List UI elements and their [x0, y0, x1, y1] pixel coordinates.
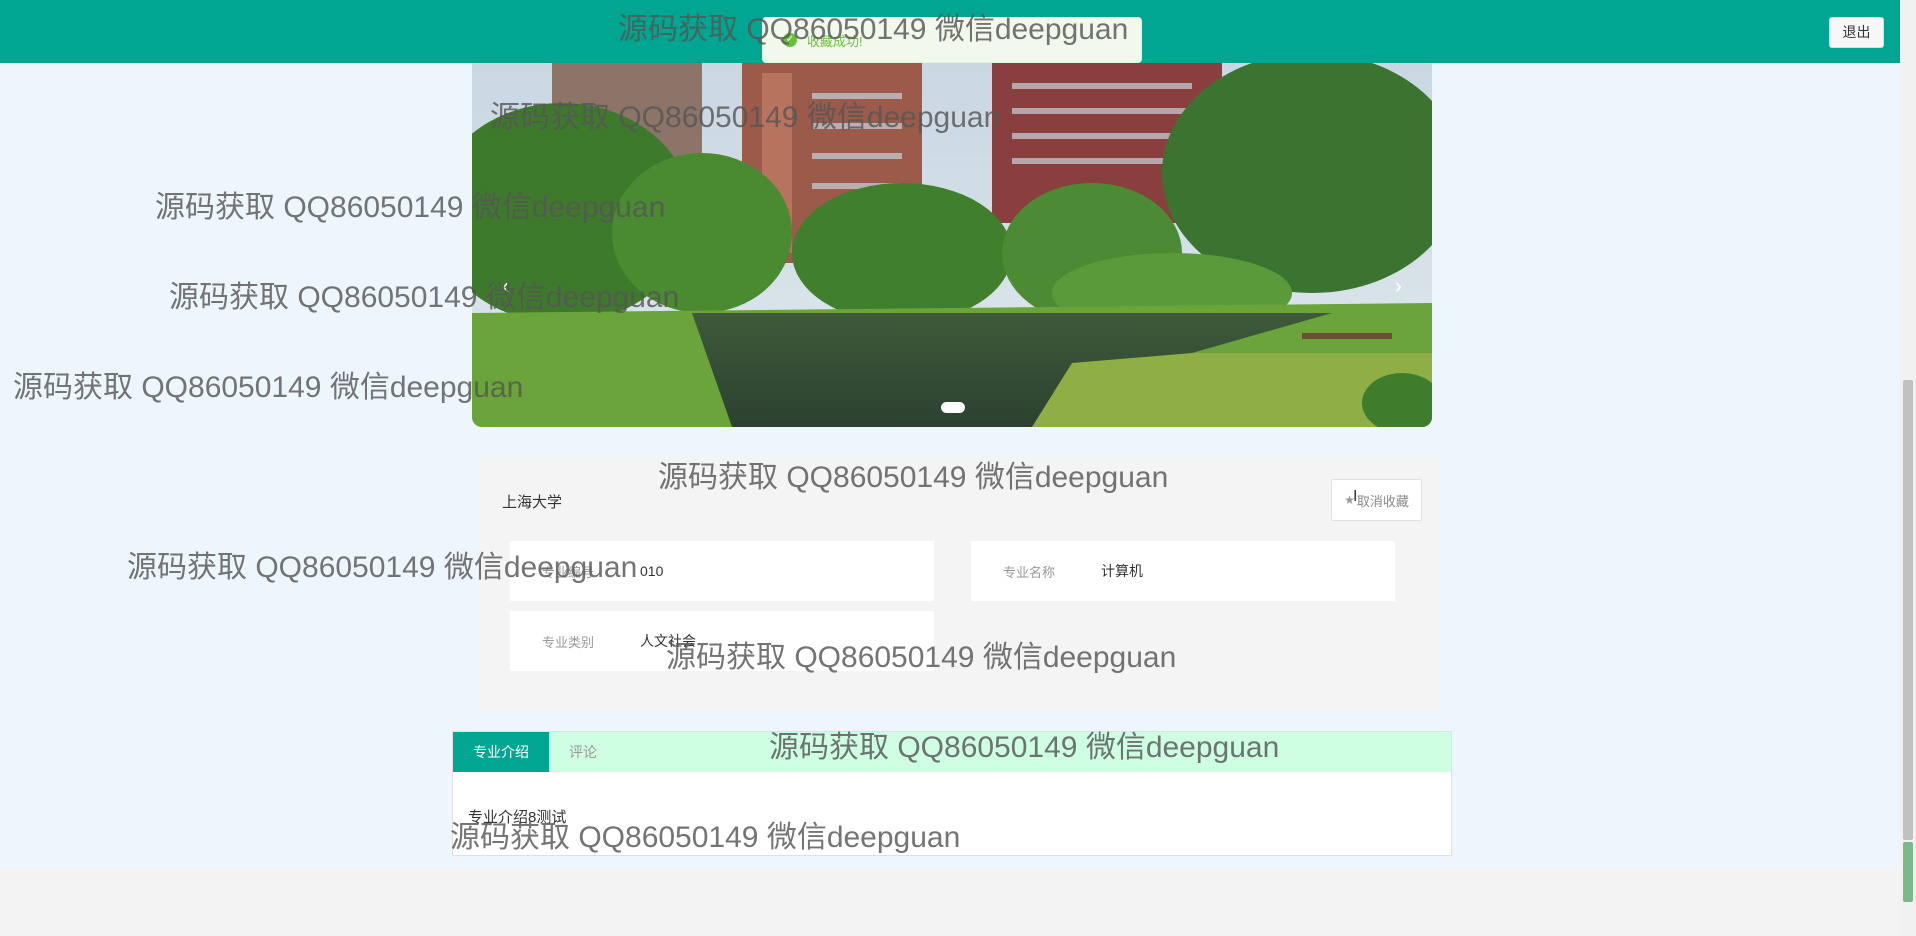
- banner-carousel: ‹ ›: [472, 63, 1432, 427]
- field-major-code: 专业编号 010: [510, 541, 934, 601]
- campus-image: [472, 63, 1432, 427]
- logout-button[interactable]: 退出: [1829, 17, 1884, 48]
- cancel-favorite-button[interactable]: ★ 取消收藏: [1331, 479, 1422, 521]
- scrollbar-indicator: [1903, 842, 1913, 902]
- check-circle-icon: ✓: [783, 33, 797, 47]
- field-value: 计算机: [1101, 563, 1143, 579]
- tab-content-text: 专业介绍8测试: [468, 809, 567, 826]
- text-cursor-icon: I: [1353, 488, 1358, 505]
- field-label: 专业编号: [542, 564, 595, 580]
- field-value: 010: [640, 563, 664, 579]
- tab-bar: 专业介绍 评论: [453, 732, 1451, 772]
- field-major-name: 专业名称 计算机: [971, 541, 1395, 601]
- carousel-next-icon[interactable]: ›: [1395, 273, 1402, 299]
- field-label: 专业类别: [542, 634, 595, 650]
- toast-message: 收藏成功!: [807, 33, 863, 49]
- carousel-indicator[interactable]: [941, 402, 965, 413]
- field-label: 专业名称: [1003, 564, 1056, 580]
- page-scrollbar[interactable]: [1900, 0, 1916, 936]
- tabs-panel: 专业介绍 评论 专业介绍8测试: [452, 731, 1452, 856]
- carousel-prev-icon[interactable]: ‹: [502, 273, 509, 299]
- success-toast: ✓ 收藏成功!: [762, 17, 1142, 63]
- school-name: 上海大学: [502, 494, 563, 511]
- field-major-category: 专业类别 人文社会: [510, 611, 934, 671]
- field-value: 人文社会: [640, 633, 696, 649]
- tab-comments[interactable]: 评论: [549, 732, 617, 772]
- scrollbar-thumb[interactable]: [1903, 380, 1913, 840]
- major-detail-panel: 上海大学 ★ 取消收藏 专业编号 010 专业名称 计算机 专业类别 人文社会: [480, 457, 1440, 710]
- tab-major-intro[interactable]: 专业介绍: [453, 732, 549, 772]
- cancel-favorite-label: 取消收藏: [1356, 493, 1409, 509]
